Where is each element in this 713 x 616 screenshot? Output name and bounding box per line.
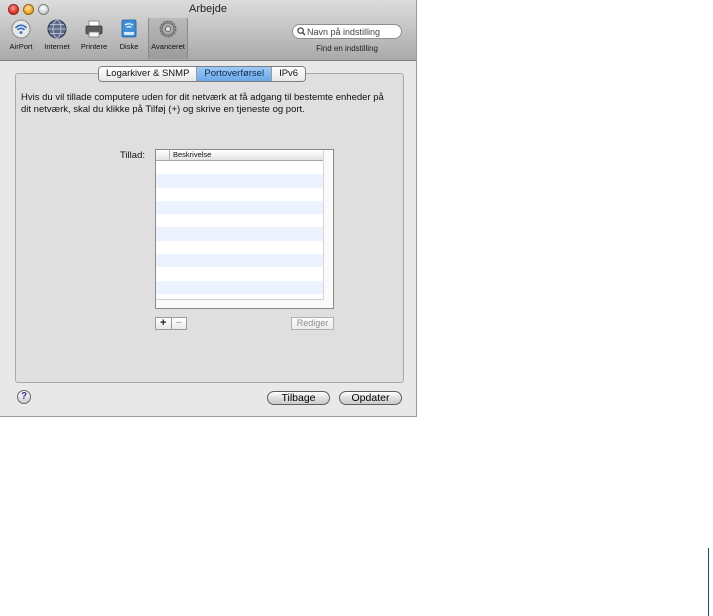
table-row[interactable] bbox=[156, 161, 324, 174]
printer-icon bbox=[85, 20, 103, 38]
remove-button[interactable]: − bbox=[172, 318, 187, 329]
table-row[interactable] bbox=[156, 280, 324, 294]
port-forwarding-table[interactable]: Beskrivelse bbox=[155, 149, 334, 309]
add-remove-buttons: + − bbox=[155, 317, 187, 330]
tab-bar: Logarkiver & SNMP Portoverførsel IPv6 bbox=[98, 66, 307, 82]
table-row[interactable] bbox=[156, 267, 324, 280]
table-row[interactable] bbox=[156, 227, 324, 241]
checkbox-column-header[interactable] bbox=[156, 150, 170, 160]
search-input[interactable] bbox=[307, 25, 397, 38]
toolbar-item-internet[interactable]: Internet bbox=[38, 19, 76, 57]
toolbar-item-diske[interactable]: Diske bbox=[110, 19, 148, 57]
vertical-scrollbar[interactable] bbox=[323, 150, 333, 308]
table-row[interactable] bbox=[156, 254, 324, 268]
description-column-header[interactable]: Beskrivelse bbox=[173, 150, 211, 160]
window-title: Arbejde bbox=[189, 3, 227, 15]
allow-label: Tillad: bbox=[120, 150, 145, 161]
update-button[interactable]: Opdater bbox=[339, 391, 402, 405]
tab-portoverforsel[interactable]: Portoverførsel bbox=[197, 67, 273, 81]
table-header: Beskrivelse bbox=[156, 150, 324, 161]
search-field[interactable] bbox=[292, 24, 402, 39]
table-row[interactable] bbox=[156, 174, 324, 188]
toolbar-item-avanceret[interactable]: Avanceret bbox=[148, 18, 188, 59]
add-button[interactable]: + bbox=[156, 318, 172, 329]
title-bar: Arbejde AirPort Internet Printere Diske … bbox=[0, 0, 416, 61]
help-button[interactable]: ? bbox=[17, 390, 31, 404]
toolbar-item-label: Avanceret bbox=[151, 42, 185, 51]
table-rows bbox=[156, 161, 324, 307]
tab-logarkiver-snmp[interactable]: Logarkiver & SNMP bbox=[99, 67, 198, 81]
edit-button[interactable]: Rediger bbox=[291, 317, 334, 330]
margin-rule bbox=[708, 548, 709, 616]
search-icon bbox=[297, 27, 306, 36]
horizontal-scrollbar[interactable] bbox=[156, 299, 324, 308]
search-caption: Find en indstilling bbox=[316, 44, 378, 53]
table-row[interactable] bbox=[156, 214, 324, 227]
back-button[interactable]: Tilbage bbox=[267, 391, 330, 405]
disk-icon bbox=[121, 19, 137, 38]
tab-ipv6[interactable]: IPv6 bbox=[272, 67, 306, 81]
table-row[interactable] bbox=[156, 188, 324, 201]
airport-icon bbox=[11, 19, 31, 39]
table-row[interactable] bbox=[156, 200, 324, 215]
table-row[interactable] bbox=[156, 241, 324, 254]
gear-icon bbox=[159, 20, 177, 38]
port-forwarding-description: Hvis du vil tillade computere uden for d… bbox=[21, 92, 384, 115]
internet-globe-icon bbox=[47, 19, 67, 39]
toolbar-item-printere[interactable]: Printere bbox=[75, 19, 113, 57]
toolbar-item-airport[interactable]: AirPort bbox=[2, 19, 40, 57]
settings-window: Arbejde AirPort Internet Printere Diske … bbox=[0, 0, 417, 417]
